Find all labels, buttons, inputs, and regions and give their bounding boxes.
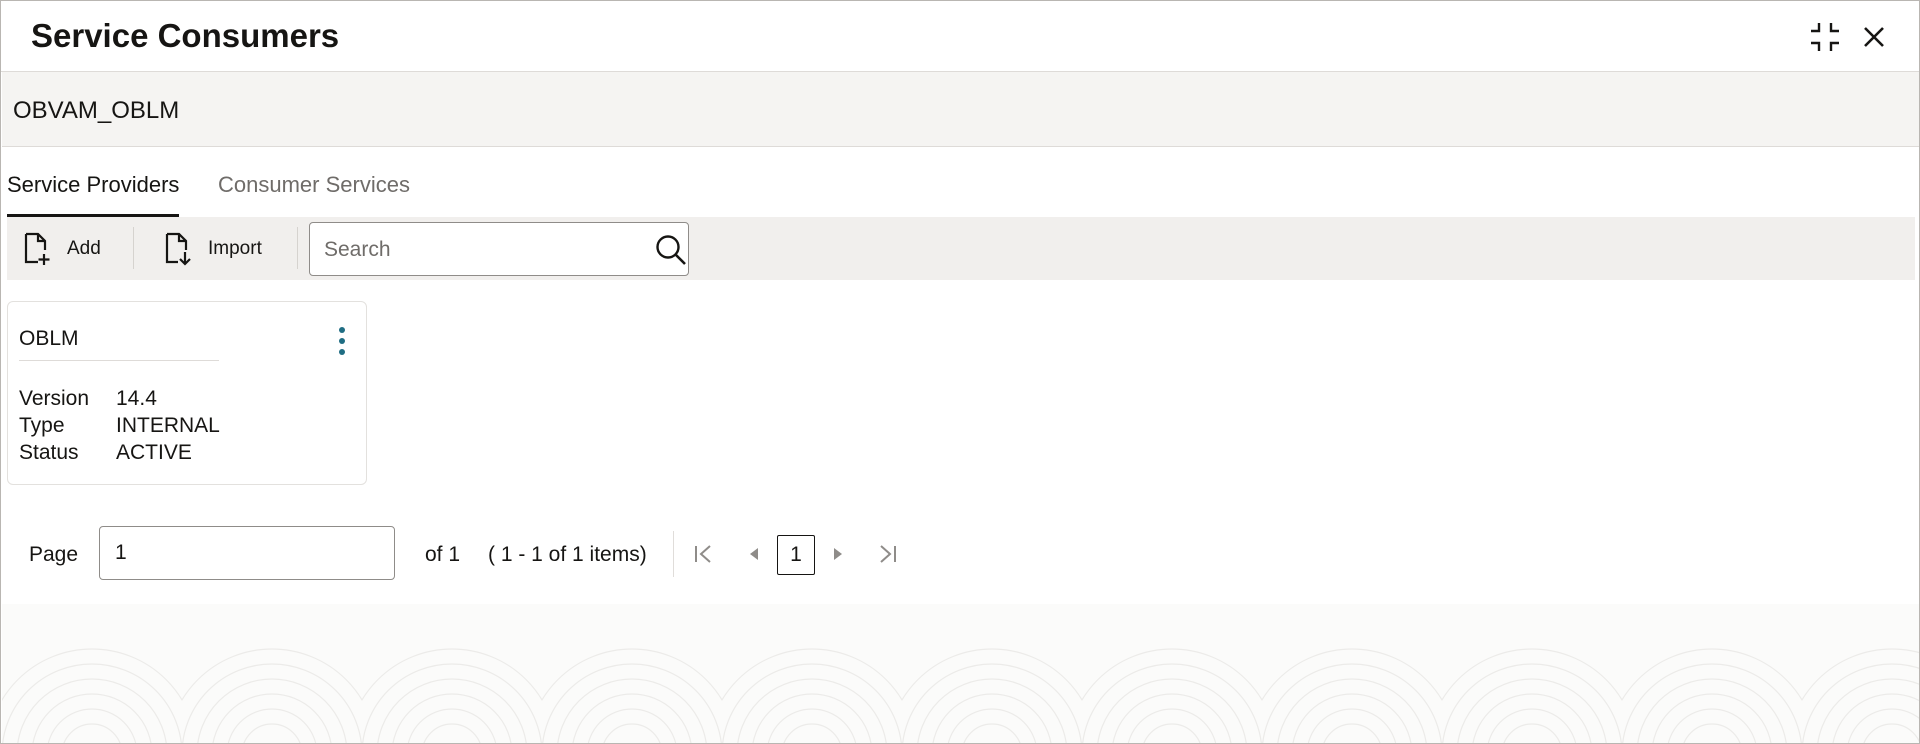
pagination-divider — [673, 531, 674, 577]
service-provider-card[interactable]: OBLM Version 14.4 Type INTERNAL Status A… — [7, 301, 367, 485]
toolbar-divider — [297, 227, 298, 269]
last-page-button[interactable] — [872, 539, 902, 569]
property-value: ACTIVE — [116, 441, 192, 464]
page-label: Page — [29, 543, 79, 566]
dialog-window: Service Consumers OBVAM_OBLM Service Pro… — [0, 0, 1920, 744]
kebab-menu-icon[interactable] — [330, 324, 354, 358]
tab-consumer-services[interactable]: Consumer Services — [218, 172, 410, 214]
property-label: Type — [19, 414, 65, 437]
card-divider — [19, 360, 219, 361]
add-button[interactable]: Add — [23, 230, 101, 268]
card-properties: Version 14.4 Type INTERNAL Status ACTIVE — [19, 385, 220, 466]
toolbar: Add Import — [7, 217, 1915, 280]
app-name: OBVAM_OBLM — [13, 97, 180, 124]
property-row: Version 14.4 — [19, 385, 220, 412]
minimize-icon — [1811, 23, 1839, 51]
page-number-input[interactable] — [99, 526, 395, 580]
tab-service-providers[interactable]: Service Providers — [7, 172, 180, 218]
close-button[interactable] — [1856, 19, 1892, 55]
pagination: Page of 1 ( 1 - 1 of 1 items) 1 — [1, 525, 1919, 581]
tab-bar: Service Providers Consumer Services — [1, 147, 1919, 218]
search-box — [309, 222, 689, 276]
property-value: 14.4 — [116, 387, 157, 410]
current-page-button[interactable]: 1 — [777, 535, 815, 575]
search-input[interactable] — [324, 235, 634, 265]
search-icon[interactable] — [654, 233, 688, 267]
import-button-label: Import — [208, 238, 262, 259]
toolbar-divider — [133, 227, 134, 269]
first-page-button[interactable] — [689, 539, 719, 569]
first-page-icon — [695, 545, 711, 563]
app-name-bar: OBVAM_OBLM — [2, 72, 1919, 147]
add-button-label: Add — [67, 238, 101, 259]
previous-page-icon — [750, 548, 758, 560]
property-label: Version — [19, 387, 90, 410]
property-row: Status ACTIVE — [19, 439, 220, 466]
decorative-background-pattern — [2, 604, 1919, 743]
close-icon — [1864, 27, 1884, 47]
minimize-button[interactable] — [1807, 19, 1843, 55]
property-value: INTERNAL — [116, 414, 220, 437]
property-row: Type INTERNAL — [19, 412, 220, 439]
items-summary: ( 1 - 1 of 1 items) — [488, 543, 647, 566]
next-page-icon — [834, 548, 842, 560]
import-button[interactable]: Import — [164, 230, 262, 268]
previous-page-button[interactable] — [739, 539, 769, 569]
dialog-title: Service Consumers — [31, 17, 340, 54]
card-title: OBLM — [19, 327, 79, 350]
dialog-header: Service Consumers — [1, 1, 1919, 72]
next-page-button[interactable] — [823, 539, 853, 569]
property-label: Status — [19, 441, 79, 464]
add-document-icon — [23, 232, 53, 266]
page-count: of 1 — [425, 543, 461, 566]
import-document-icon — [164, 232, 194, 266]
last-page-icon — [880, 545, 896, 563]
